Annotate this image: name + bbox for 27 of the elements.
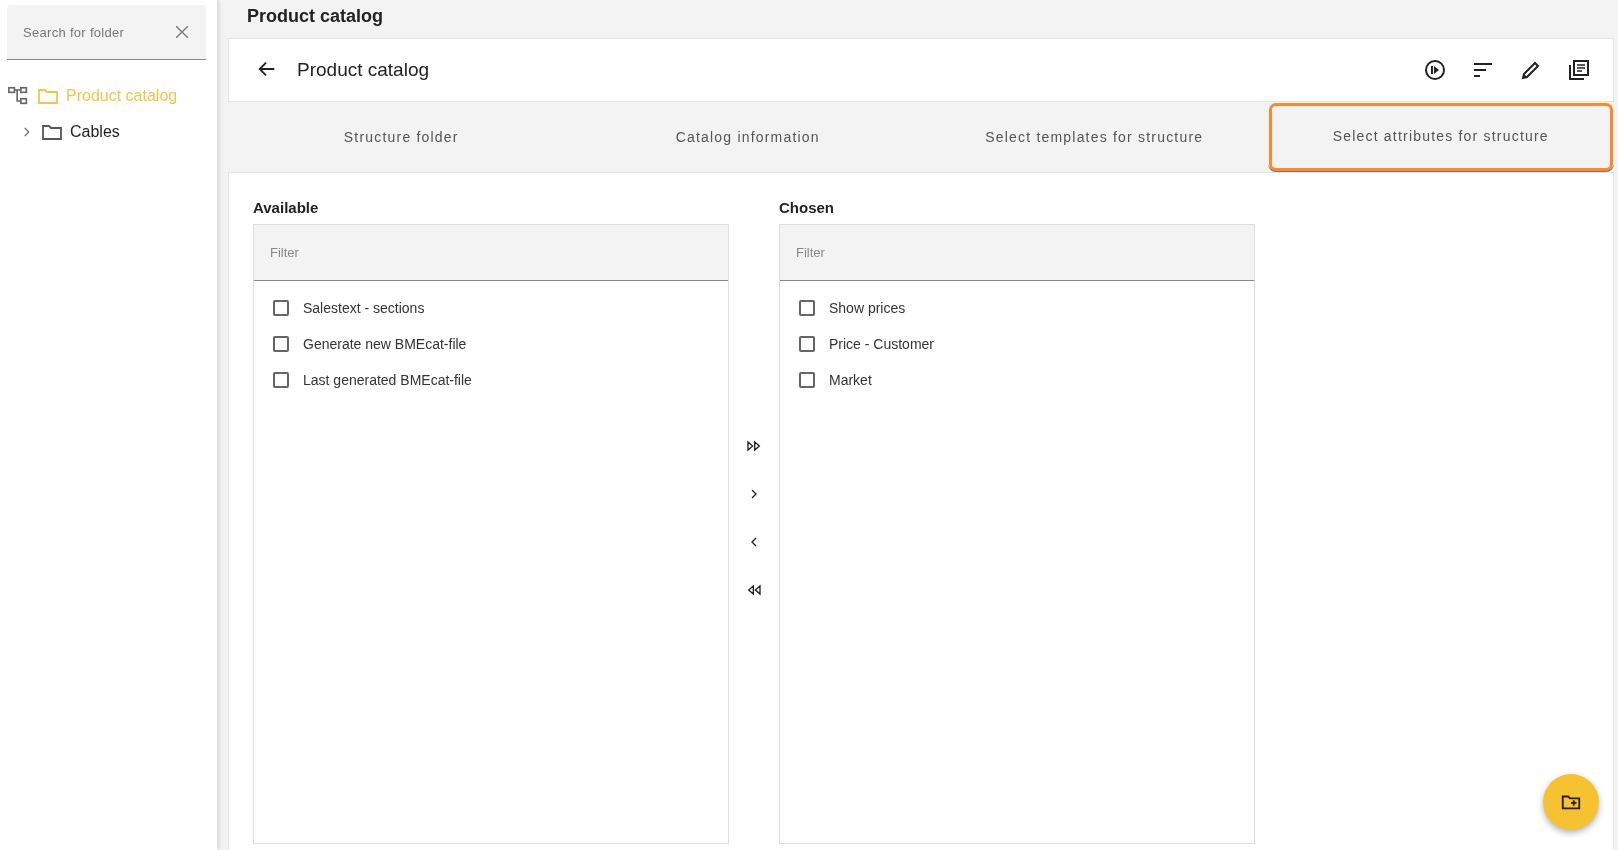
checkbox[interactable]	[799, 336, 815, 352]
checkbox[interactable]	[799, 372, 815, 388]
item-label: Last generated BMEcat-file	[303, 372, 472, 388]
tab[interactable]: Structure folder	[228, 102, 575, 172]
item-label: Show prices	[829, 300, 906, 316]
tree-structure-icon	[8, 85, 30, 107]
item-label: Market	[829, 372, 872, 388]
checkbox[interactable]	[799, 300, 815, 316]
search-field[interactable]: Search for folder	[7, 5, 206, 60]
checkbox[interactable]	[273, 336, 289, 352]
tab[interactable]: Select attributes for structure	[1267, 102, 1614, 172]
documents-icon	[1567, 58, 1591, 82]
item-label: Salestext - sections	[303, 300, 425, 316]
list-heading: Available	[253, 198, 320, 218]
checkbox[interactable]	[273, 300, 289, 316]
item-label: Generate new BMEcat-file	[303, 336, 467, 352]
item-label: Price - Customer	[829, 336, 935, 352]
list-heading: Chosen	[779, 198, 835, 218]
play-circle-icon	[1423, 58, 1447, 82]
filter-field[interactable]: Filter	[780, 225, 1254, 281]
checkbox[interactable]	[273, 372, 289, 388]
tab[interactable]: Catalog information	[574, 102, 921, 172]
header-title: Product catalog	[297, 59, 431, 81]
folder-label[interactable]: Cables	[70, 123, 120, 141]
tab[interactable]: Select templates for structure	[921, 102, 1268, 172]
page-title: Product catalog	[246, 4, 384, 28]
filter-field[interactable]: Filter	[254, 225, 728, 281]
